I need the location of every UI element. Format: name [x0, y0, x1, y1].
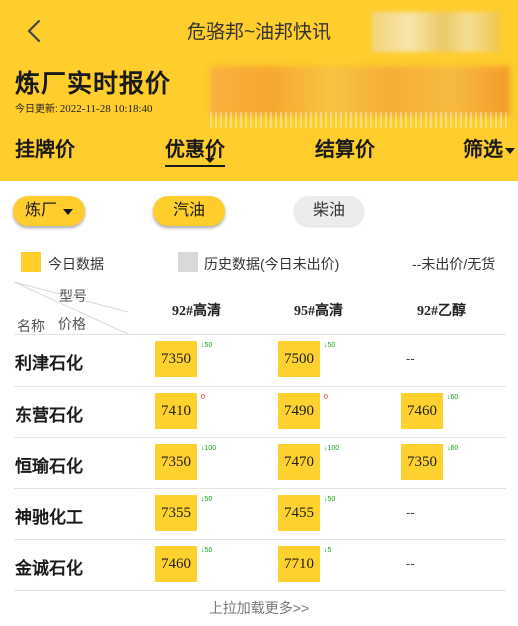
- price-cell[interactable]: 7350: [155, 444, 197, 480]
- price-change: ↓50: [201, 496, 213, 503]
- price-cell[interactable]: 7410: [155, 393, 197, 429]
- refinery-dropdown[interactable]: 炼厂: [13, 196, 85, 226]
- legend-history-label: 历史数据(今日未出价): [204, 256, 340, 272]
- price-change: ↓50: [201, 342, 213, 349]
- table-header: 型号 名称 价格 92#高清 95#高清 92#乙醇: [0, 282, 518, 334]
- header-price-label: 价格: [58, 316, 86, 332]
- nav-title: 危骆邦~油邦快讯: [186, 22, 332, 43]
- tab-bar: 挂牌价 优惠价 结算价 筛选: [0, 130, 518, 170]
- price-cell[interactable]: 7460: [155, 546, 197, 582]
- header-model-label: 型号: [59, 288, 87, 304]
- column-header-92-hq: 92#高清: [172, 304, 221, 319]
- update-label: 今日更新:: [15, 104, 58, 115]
- refinery-name: 东营石化: [15, 406, 83, 425]
- table-row: 金诚石化 7460 ↓50 7710 ↓5 --: [0, 540, 518, 591]
- legend: 今日数据 历史数据(今日未出价) --未出价/无货: [0, 250, 518, 276]
- price-cell[interactable]: 7490: [278, 393, 320, 429]
- nav-bar: 危骆邦~油邦快讯: [0, 0, 518, 62]
- diesel-toggle[interactable]: 柴油: [294, 196, 364, 226]
- price-change: ↓60: [447, 394, 459, 401]
- caret-down-icon: [505, 147, 515, 154]
- price-cell[interactable]: 7710: [278, 546, 320, 582]
- price-change: 0: [324, 394, 328, 401]
- tab-listed-price[interactable]: 挂牌价: [15, 133, 75, 162]
- refinery-name: 利津石化: [15, 354, 83, 373]
- price-change: ↓50: [324, 342, 336, 349]
- tab-label: 筛选: [463, 139, 503, 161]
- caret-down-icon: [63, 209, 73, 215]
- refinery-name: 金诚石化: [15, 559, 83, 578]
- no-price-dash: --: [406, 556, 415, 571]
- price-cell[interactable]: 7350: [155, 341, 197, 377]
- tab-label: 优惠价: [165, 139, 225, 161]
- no-price-dash: --: [406, 351, 415, 366]
- tab-label: 挂牌价: [15, 139, 75, 161]
- price-change: ↓60: [447, 445, 459, 452]
- update-timestamp: 2022-11-28 10:18:40: [59, 103, 153, 115]
- legend-today-label: 今日数据: [48, 256, 104, 272]
- price-change: ↓5: [324, 547, 332, 554]
- tab-settlement-price[interactable]: 结算价: [315, 133, 375, 162]
- price-cell[interactable]: 7460: [401, 393, 443, 429]
- no-price-dash: --: [406, 505, 415, 520]
- price-cell[interactable]: 7470: [278, 444, 320, 480]
- price-cell[interactable]: 7355: [155, 495, 197, 531]
- price-cell[interactable]: 7350: [401, 444, 443, 480]
- header-name-label: 名称: [17, 318, 45, 334]
- table-row: 恒瑜石化 7350 ↓100 7470 ↓100 7350 ↓60: [0, 438, 518, 489]
- gasoline-toggle[interactable]: 汽油: [153, 196, 225, 226]
- tab-label: 结算价: [315, 139, 375, 161]
- legend-history-swatch: [178, 252, 198, 272]
- price-change: ↓100: [324, 445, 340, 452]
- column-header-95-hq: 95#高清: [294, 304, 343, 319]
- header: 危骆邦~油邦快讯 炼厂实时报价 今日更新: 2022-11-28 10:18:40…: [0, 0, 518, 181]
- column-header-92-ethanol: 92#乙醇: [417, 304, 466, 319]
- table-row: 东营石化 7410 0 7490 0 7460 ↓60: [0, 387, 518, 438]
- table-row: 利津石化 7350 ↓50 7500 ↓50 --: [0, 335, 518, 386]
- load-more-link[interactable]: 上拉加载更多>>: [0, 598, 518, 618]
- price-change: 0: [201, 394, 205, 401]
- refinery-name: 神驰化工: [15, 508, 83, 527]
- price-change: ↓100: [201, 445, 217, 452]
- table-row: 神驰化工 7355 ↓50 7455 ↓50 --: [0, 489, 518, 540]
- page-title: 炼厂实时报价: [15, 70, 172, 98]
- active-tab-indicator: [205, 158, 215, 163]
- legend-none-label: --未出价/无货: [412, 256, 496, 272]
- legend-today-swatch: [21, 252, 41, 272]
- price-cell[interactable]: 7500: [278, 341, 320, 377]
- update-time: 今日更新: 2022-11-28 10:18:40: [15, 100, 153, 115]
- banner-wave-graphic: [210, 112, 510, 128]
- row-divider: [14, 590, 506, 591]
- price-change: ↓50: [201, 547, 213, 554]
- price-change: ↓50: [324, 496, 336, 503]
- tab-filter[interactable]: 筛选: [463, 133, 515, 162]
- refinery-dropdown-label: 炼厂: [25, 202, 58, 219]
- refinery-name: 恒瑜石化: [15, 457, 83, 476]
- price-cell[interactable]: 7455: [278, 495, 320, 531]
- tab-discount-price[interactable]: 优惠价: [165, 133, 225, 167]
- blurred-banner-graphic: [210, 66, 510, 116]
